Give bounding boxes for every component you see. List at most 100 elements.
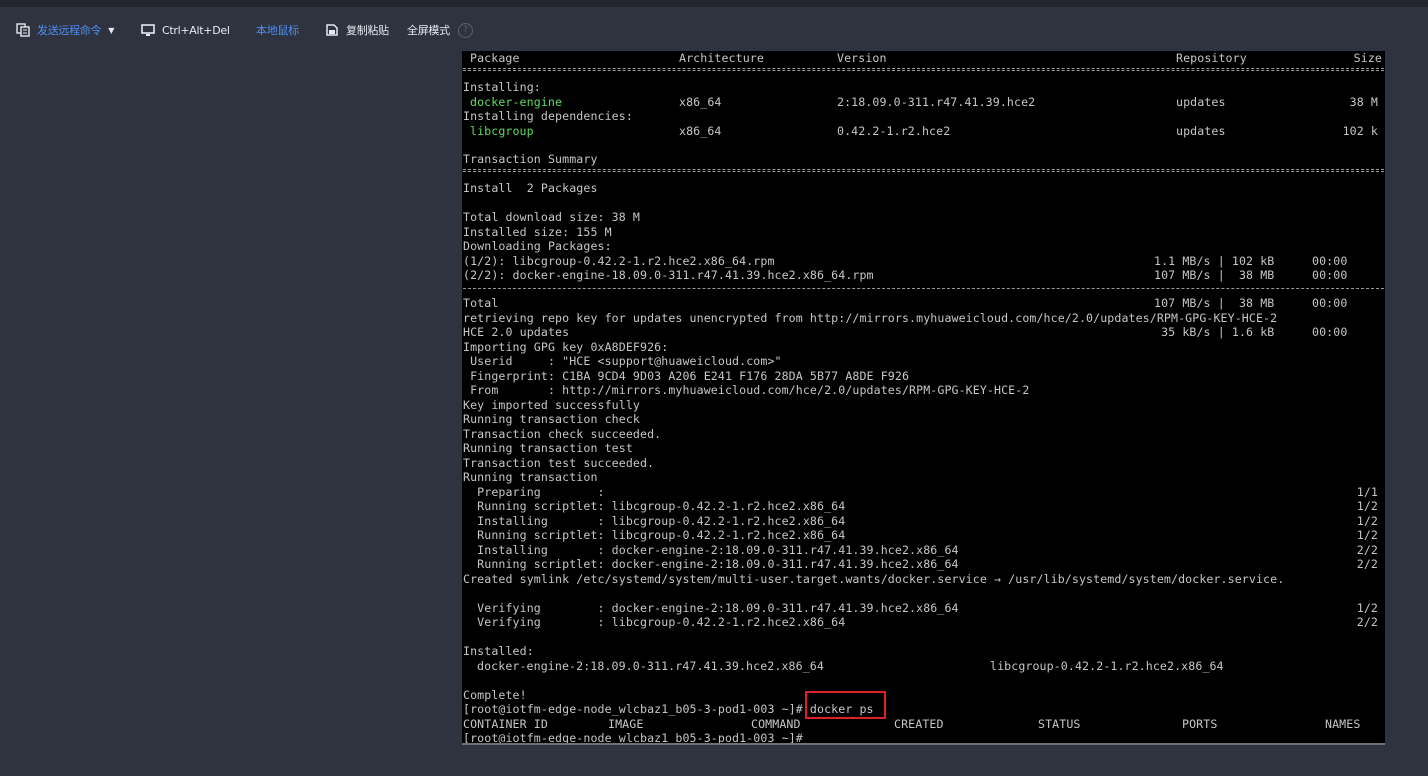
remote-console-toolbar: 发送远程命令 ▼ Ctrl+Alt+Del 本地鼠标 复制粘贴 全屏模式 ? bbox=[0, 7, 1428, 52]
shell-prompt: [root@iotfm-edge-node_wlcbaz1_b05-3-pod1… bbox=[463, 702, 810, 716]
terminal-screen[interactable]: Package Architecture Version Repository … bbox=[462, 51, 1385, 743]
header-size: Size bbox=[1353, 51, 1382, 65]
installed-item: libcgroup-0.42.2-1.r2.hce2.x86_64 bbox=[990, 658, 1224, 673]
ps-header-names: NAMES bbox=[1325, 716, 1361, 731]
transaction-step: Running scriptlet: libcgroup-0.42.2-1.r2… bbox=[463, 499, 1384, 513]
top-strip bbox=[0, 0, 1428, 7]
step-text: Installing : libcgroup-0.42.2-1.r2.hce2.… bbox=[463, 513, 846, 528]
transaction-step: Running scriptlet: libcgroup-0.42.2-1.r2… bbox=[463, 528, 1384, 542]
monitor-icon bbox=[141, 23, 155, 37]
repo-key-line: retrieving repo key for updates unencryp… bbox=[463, 310, 1278, 325]
terminal-bottom-border bbox=[462, 743, 1385, 745]
docker-ps-header: CONTAINER ID IMAGE COMMAND CREATED STATU… bbox=[463, 717, 1384, 731]
installed-item: docker-engine-2:18.09.0-311.r47.41.39.hc… bbox=[477, 658, 824, 673]
total-row: Total 107 MB/s | 38 MB 00:00 bbox=[463, 296, 1384, 310]
gpg-line: Fingerprint: C1BA 9CD4 9D03 A206 E241 F1… bbox=[463, 368, 910, 383]
installed-row: docker-engine-2:18.09.0-311.r47.41.39.hc… bbox=[463, 659, 1384, 673]
transaction-summary: Transaction Summary bbox=[463, 152, 598, 166]
gpg-line: Running transaction bbox=[463, 470, 598, 484]
gpg-line: Transaction check succeeded. bbox=[463, 426, 662, 441]
separator-rule bbox=[463, 169, 1384, 172]
transaction-step: Preparing : 1/1 bbox=[463, 485, 1384, 499]
step-count: 2/2 bbox=[1356, 557, 1378, 571]
step-text: Running scriptlet: libcgroup-0.42.2-1.r2… bbox=[463, 499, 846, 513]
package-version: 0.42.2-1.r2.hce2 bbox=[837, 123, 951, 138]
gpg-line: Userid : "HCE <support@huaweicloud.com>" bbox=[463, 354, 782, 368]
fullscreen-label: 全屏模式 bbox=[407, 24, 450, 37]
download-name: (1/2): libcgroup-0.42.2-1.r2.hce2.x86_64… bbox=[463, 253, 775, 268]
verify-step: Verifying : docker-engine-2:18.09.0-311.… bbox=[463, 601, 1384, 615]
ps-header-status: STATUS bbox=[1038, 716, 1081, 731]
highlight-box bbox=[805, 691, 886, 719]
total-label: Total bbox=[463, 296, 499, 310]
total-time: 00:00 bbox=[1312, 296, 1348, 310]
installing-label: Installing: bbox=[463, 80, 541, 94]
header-package: Package bbox=[470, 51, 520, 65]
package-repo: updates bbox=[1176, 123, 1226, 138]
verify-count: 2/2 bbox=[1356, 615, 1378, 629]
gpg-line: Running transaction check bbox=[463, 412, 641, 426]
hce-updates-row: HCE 2.0 updates 35 kB/s | 1.6 kB 00:00 bbox=[463, 325, 1384, 339]
step-text: Preparing : bbox=[463, 484, 605, 499]
gpg-line: Transaction test succeeded. bbox=[463, 455, 655, 470]
total-speed: 107 MB/s | 38 MB bbox=[1154, 296, 1275, 310]
ps-header-created: CREATED bbox=[894, 716, 944, 731]
verify-step: Verifying : libcgroup-0.42.2-1.r2.hce2.x… bbox=[463, 615, 1384, 629]
download-name: (2/2): docker-engine-18.09.0-311.r47.41.… bbox=[463, 268, 874, 282]
gpg-line: Key imported successfully bbox=[463, 397, 641, 412]
downloading-label: Downloading Packages: bbox=[463, 239, 612, 253]
package-arch: x86_64 bbox=[679, 123, 722, 138]
step-count: 1/2 bbox=[1356, 528, 1378, 542]
download-time: 00:00 bbox=[1312, 253, 1348, 268]
help-icon[interactable]: ? bbox=[457, 22, 473, 38]
step-count: 1/2 bbox=[1356, 513, 1378, 528]
header-architecture: Architecture bbox=[679, 51, 764, 65]
gpg-line: Running transaction test bbox=[463, 441, 633, 455]
ps-header-ports: PORTS bbox=[1182, 716, 1218, 731]
download-speed: 1.1 MB/s | 102 kB bbox=[1154, 253, 1275, 268]
step-text: Installing : docker-engine-2:18.09.0-311… bbox=[463, 542, 959, 557]
package-version: 2:18.09.0-311.r47.41.39.hce2 bbox=[837, 94, 1036, 109]
chevron-down-icon: ▼ bbox=[108, 25, 115, 35]
gpg-line: Importing GPG key 0xA8DEF926: bbox=[463, 339, 669, 354]
header-version: Version bbox=[837, 51, 887, 65]
step-text: Running scriptlet: docker-engine-2:18.09… bbox=[463, 557, 959, 571]
send-remote-command-label: 发送远程命令 bbox=[37, 24, 102, 37]
ctrl-alt-del-button[interactable]: Ctrl+Alt+Del bbox=[141, 22, 230, 38]
package-row: libcgroup x86_64 0.42.2-1.r2.hce2 update… bbox=[463, 124, 1384, 138]
package-size: 102 k bbox=[1342, 123, 1378, 138]
final-prompt: [root@iotfm-edge-node_wlcbaz1_b05-3-pod1… bbox=[463, 731, 803, 743]
local-mouse-button[interactable]: 本地鼠标 bbox=[256, 22, 299, 38]
verify-text: Verifying : docker-engine-2:18.09.0-311.… bbox=[463, 600, 959, 615]
verify-count: 1/2 bbox=[1356, 600, 1378, 615]
installed-size: Installed size: 155 M bbox=[463, 224, 612, 239]
ctrl-alt-del-label: Ctrl+Alt+Del bbox=[162, 23, 230, 37]
download-time: 00:00 bbox=[1312, 268, 1348, 282]
step-count: 2/2 bbox=[1356, 542, 1378, 557]
step-count: 1/1 bbox=[1356, 484, 1378, 499]
hce-updates-speed: 35 kB/s | 1.6 kB bbox=[1154, 325, 1275, 339]
package-row: docker-engine x86_64 2:18.09.0-311.r47.4… bbox=[463, 95, 1384, 109]
transaction-step: Installing : docker-engine-2:18.09.0-311… bbox=[463, 543, 1384, 557]
download-row: (1/2): libcgroup-0.42.2-1.r2.hce2.x86_64… bbox=[463, 254, 1384, 268]
clipboard-icon bbox=[325, 23, 339, 37]
package-size: 38 M bbox=[1349, 94, 1378, 109]
fullscreen-button[interactable]: 全屏模式 ? bbox=[407, 22, 473, 38]
installing-deps-label: Installing dependencies: bbox=[463, 109, 633, 123]
download-row: (2/2): docker-engine-18.09.0-311.r47.41.… bbox=[463, 268, 1384, 282]
package-arch: x86_64 bbox=[679, 94, 722, 109]
step-count: 1/2 bbox=[1356, 499, 1378, 513]
download-speed: 107 MB/s | 38 MB bbox=[1154, 268, 1275, 282]
complete-message: Complete! bbox=[463, 687, 527, 702]
send-remote-command-menu[interactable]: 发送远程命令 ▼ bbox=[16, 22, 114, 38]
transaction-step: Running scriptlet: docker-engine-2:18.09… bbox=[463, 557, 1384, 571]
gpg-line: From : http://mirrors.myhuaweicloud.com/… bbox=[463, 383, 1030, 397]
package-name: libcgroup bbox=[470, 123, 534, 138]
symlink-line: Created symlink /etc/systemd/system/mult… bbox=[463, 571, 1285, 586]
copy-paste-label: 复制粘贴 bbox=[346, 24, 389, 37]
install-count: Install 2 Packages bbox=[463, 181, 598, 195]
verify-text: Verifying : libcgroup-0.42.2-1.r2.hce2.x… bbox=[463, 615, 846, 629]
send-command-icon bbox=[16, 23, 30, 37]
copy-paste-button[interactable]: 复制粘贴 bbox=[325, 22, 389, 38]
ps-header-command: COMMAND bbox=[751, 716, 801, 731]
